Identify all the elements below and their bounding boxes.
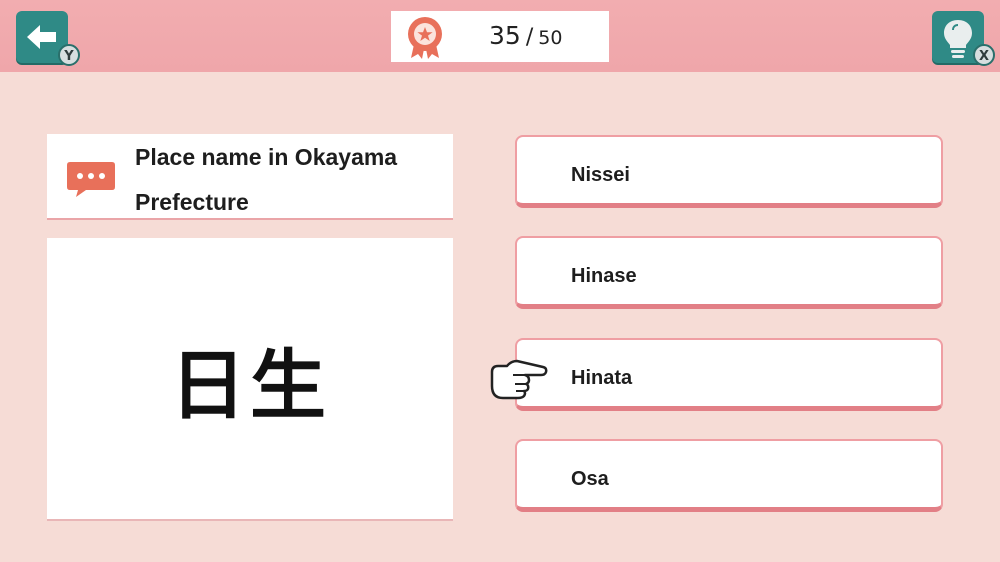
kanji-card: 日生 (47, 238, 453, 521)
pointing-hand-icon (490, 359, 548, 400)
score-separator: / (525, 25, 534, 50)
question-prompt: Place name in Okayama Prefecture (135, 144, 398, 215)
score-panel: 35/50 (391, 11, 609, 62)
answer-option-1[interactable]: Nissei (515, 135, 943, 208)
answer-label: Hinase (571, 265, 637, 287)
question-card: Place name in Okayama Prefecture (47, 134, 453, 220)
answer-label: Osa (571, 468, 609, 490)
score-current: 35 (489, 21, 521, 50)
answer-label: Nissei (571, 164, 630, 186)
y-key-badge: Y (58, 44, 80, 66)
award-ribbon-icon (408, 17, 442, 59)
kanji-text: 日生 (170, 340, 330, 430)
x-key-badge: X (973, 44, 995, 66)
back-button[interactable]: Y (16, 11, 80, 66)
score-total: 50 (538, 27, 563, 49)
speech-bubble-icon (67, 162, 115, 197)
answer-label: Hinata (571, 367, 633, 389)
top-bar: Y 35/50 X (0, 0, 1000, 72)
answer-option-4[interactable]: Osa (515, 439, 943, 512)
answer-option-3[interactable]: Hinata (515, 338, 943, 411)
answer-option-2[interactable]: Hinase (515, 236, 943, 309)
score-counter: 35/50 (489, 18, 562, 54)
hint-button[interactable]: X (932, 11, 995, 66)
